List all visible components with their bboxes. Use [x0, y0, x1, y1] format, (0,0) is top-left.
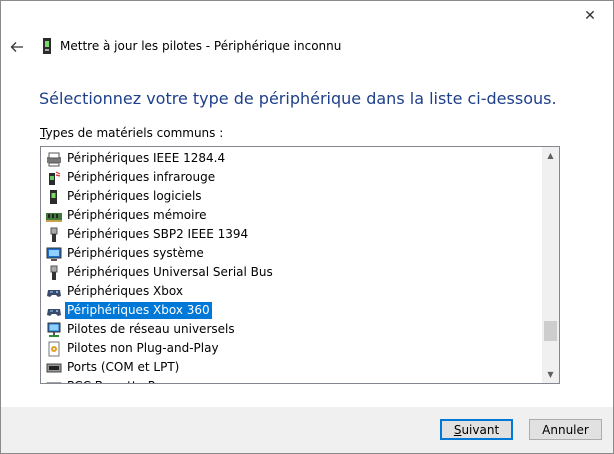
usb-plug-icon [46, 265, 62, 281]
list-scrollbar[interactable]: ▲ ▼ [542, 147, 559, 383]
device-icon [43, 38, 51, 54]
infrared-icon [46, 170, 62, 186]
close-button[interactable]: ✕ [567, 1, 613, 31]
back-arrow-icon[interactable] [9, 39, 25, 55]
list-item-label: Périphériques infrarouge [67, 170, 216, 184]
printer-port-icon [46, 151, 62, 167]
cancel-button[interactable]: Annuler [529, 419, 602, 440]
list-item[interactable]: Périphériques Xbox [41, 282, 541, 301]
port-icon [46, 379, 62, 383]
list-item-label: Périphériques Universal Serial Bus [67, 265, 273, 279]
dialog-window: ✕ Mettre à jour les pilotes - Périphériq… [0, 0, 614, 454]
list-item[interactable]: Périphériques SBP2 IEEE 1394 [41, 225, 541, 244]
list-item-label: PCC Barrette P [65, 378, 157, 383]
usb-plug-icon [46, 227, 62, 243]
list-item-label: Périphériques système [67, 246, 204, 260]
list-item[interactable]: Périphériques infrarouge [41, 168, 541, 187]
network-icon [46, 322, 62, 338]
list-item-label: Pilotes non Plug-and-Play [67, 341, 219, 355]
list-item-label: Périphériques SBP2 IEEE 1394 [67, 227, 249, 241]
list-item[interactable]: PCC Barrette P [41, 377, 541, 383]
list-item[interactable]: Périphériques Universal Serial Bus [41, 263, 541, 282]
close-icon: ✕ [584, 8, 596, 24]
next-button[interactable]: Suivant [440, 419, 513, 440]
scroll-thumb[interactable] [544, 321, 557, 341]
hardware-type-list[interactable]: Périphériques IEEE 1284.4 Périphériques i… [40, 146, 560, 384]
list-item[interactable]: Périphériques système [41, 244, 541, 263]
memory-icon [46, 208, 62, 224]
device-icon [46, 189, 62, 205]
list-label: Types de matériels communs : [40, 126, 224, 140]
list-item-label: Périphériques IEEE 1284.4 [67, 151, 226, 165]
list-item[interactable]: Pilotes de réseau universels [41, 320, 541, 339]
list-item-label: Ports (COM et LPT) [67, 360, 180, 374]
list-item-label: Périphériques mémoire [67, 208, 207, 222]
scroll-up-icon[interactable]: ▲ [542, 147, 559, 164]
port-icon [46, 360, 62, 376]
list-item[interactable]: Périphériques mémoire [41, 206, 541, 225]
list-item[interactable]: Périphériques IEEE 1284.4 [41, 149, 541, 168]
list-item-label: Pilotes de réseau universels [67, 322, 235, 336]
driver-icon [46, 341, 62, 357]
list-item-label: Périphériques Xbox 360 [65, 302, 212, 319]
scroll-down-icon[interactable]: ▼ [542, 366, 559, 383]
list-item[interactable]: Périphériques Xbox 360 [41, 301, 541, 320]
gamepad-icon [46, 284, 62, 300]
list-item[interactable]: Ports (COM et LPT) [41, 358, 541, 377]
list-item[interactable]: Périphériques logiciels [41, 187, 541, 206]
list-item-label: Périphériques logiciels [67, 189, 202, 203]
gamepad-icon [46, 303, 62, 319]
dialog-title: Mettre à jour les pilotes - Périphérique… [60, 39, 342, 53]
list-rows: Périphériques IEEE 1284.4 Périphériques i… [41, 149, 541, 383]
system-icon [46, 246, 62, 262]
instruction-heading: Sélectionnez votre type de périphérique … [39, 89, 557, 108]
list-item[interactable]: Pilotes non Plug-and-Play [41, 339, 541, 358]
list-item-label: Périphériques Xbox [67, 284, 183, 298]
button-bar: Suivant Annuler [1, 407, 613, 453]
